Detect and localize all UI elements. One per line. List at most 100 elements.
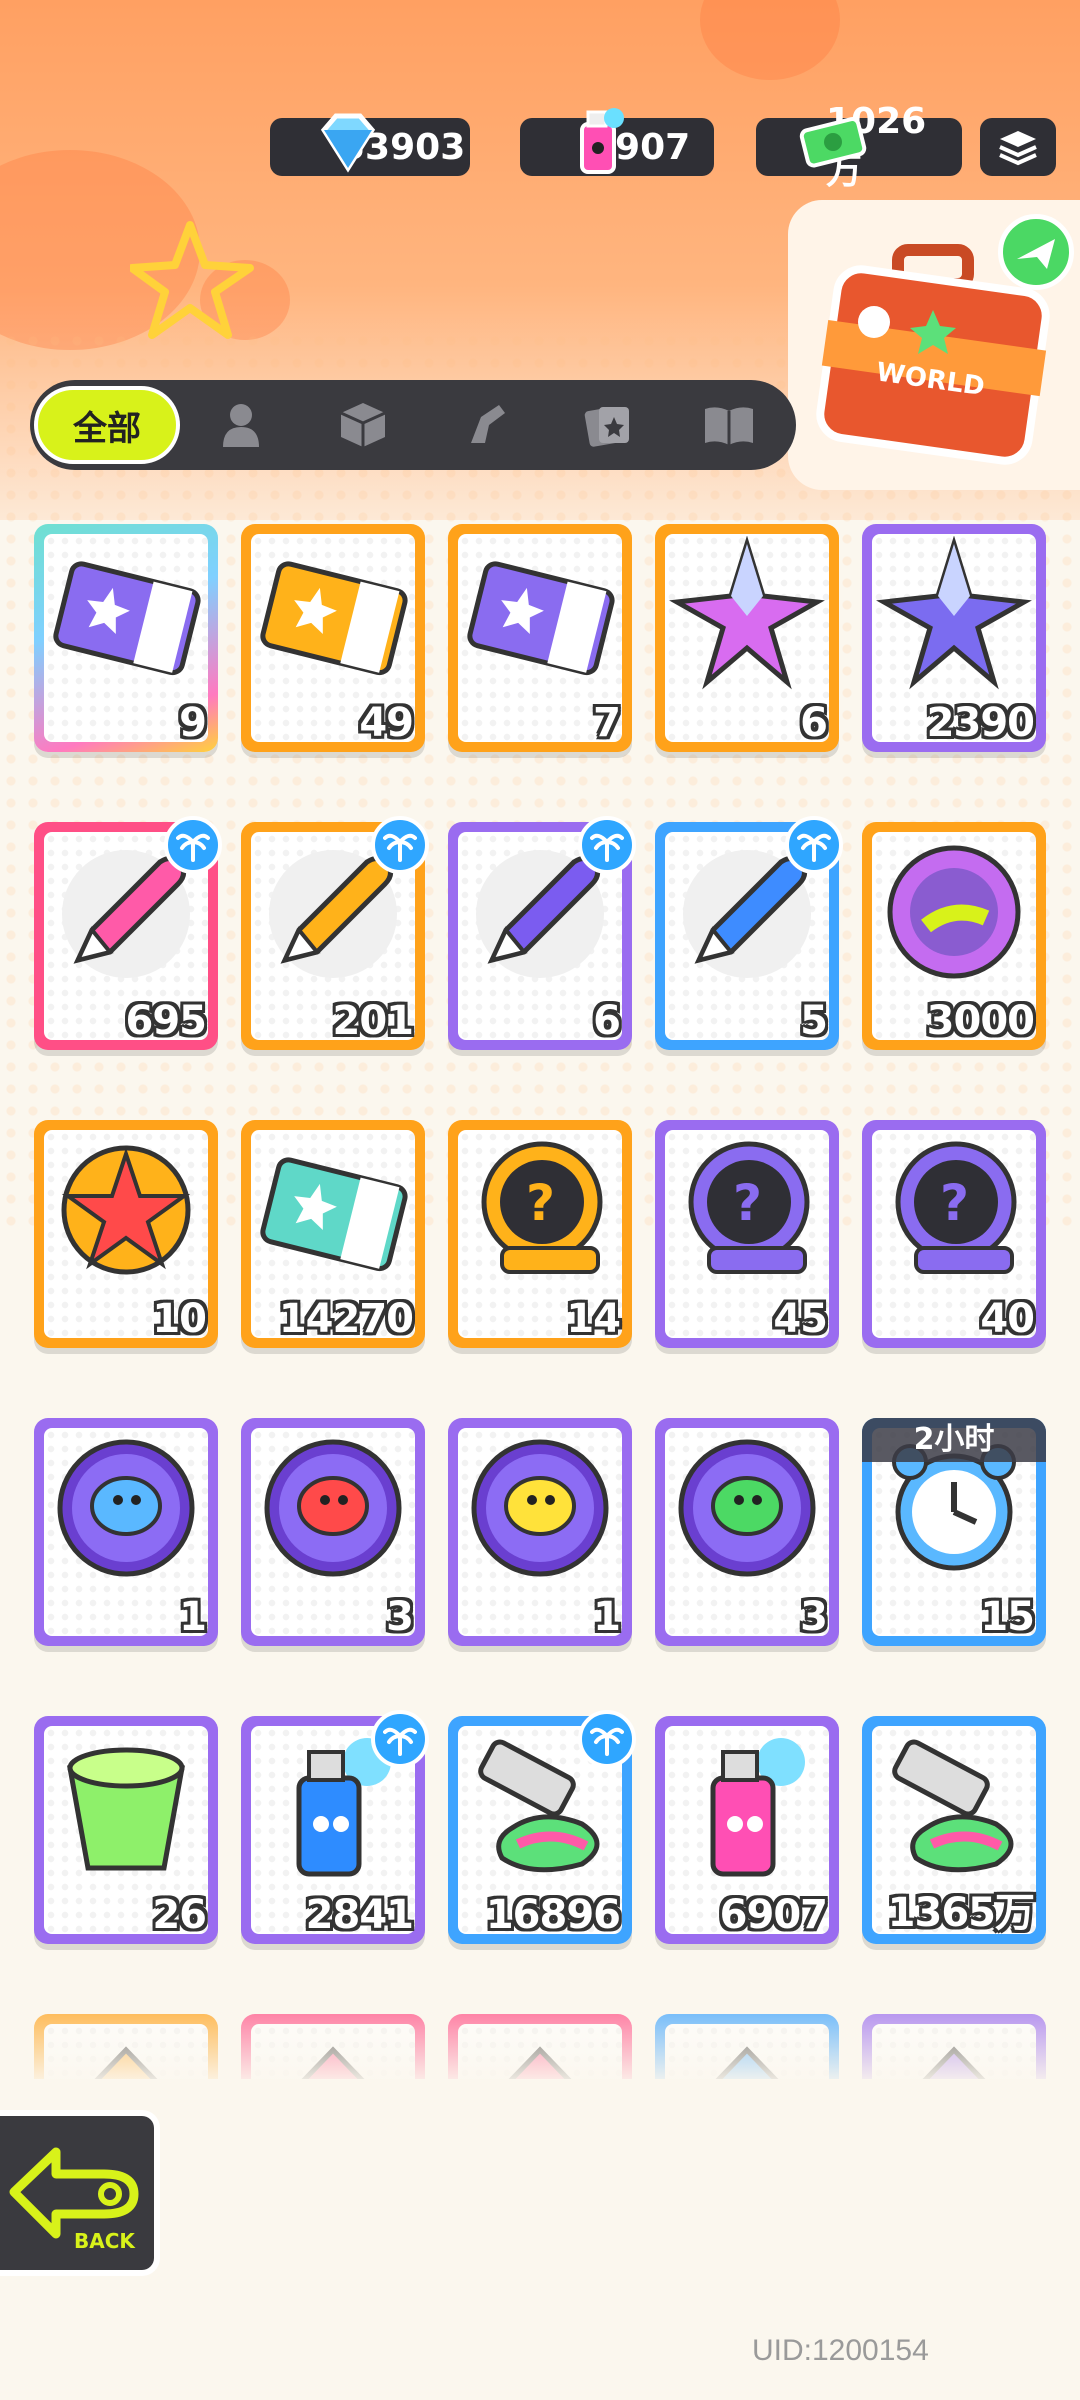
category-tabs: 全部 <box>30 380 796 470</box>
inventory-item[interactable]: 1 <box>448 1418 632 1646</box>
star-burst-badge-icon <box>48 1132 204 1288</box>
inventory-item[interactable]: 2小时 15 <box>862 1418 1046 1646</box>
box-icon <box>340 403 386 447</box>
item-count: 40 <box>980 1296 1035 1342</box>
item-count: 1 <box>179 1594 207 1640</box>
item-count: 6 <box>593 998 621 1044</box>
blue-star-shard-icon <box>876 535 1032 692</box>
svg-text:?: ? <box>733 1174 762 1232</box>
item-count: 201 <box>332 998 414 1044</box>
inventory-item[interactable]: 5 <box>655 816 843 1050</box>
palm-tree-badge-icon <box>785 816 843 874</box>
inventory-item[interactable]: 9 <box>34 524 218 752</box>
inventory-item[interactable]: 2390 <box>862 524 1046 752</box>
inventory-item[interactable]: 10 <box>34 1120 218 1348</box>
pink-spray-can-icon <box>669 1728 825 1884</box>
currency-spray[interactable]: 6907 <box>520 108 714 176</box>
inventory-item[interactable]: 6 <box>448 816 636 1050</box>
star-doodle-icon <box>130 221 254 339</box>
item-count: 1 <box>593 1594 621 1640</box>
item-count: 7 <box>593 700 621 746</box>
filter-button[interactable] <box>980 118 1056 176</box>
back-button[interactable]: BACK <box>0 2110 160 2276</box>
inventory-item[interactable]: 7 <box>448 524 632 752</box>
tab-characters[interactable] <box>180 385 302 465</box>
item-count: 26 <box>152 1892 207 1938</box>
palm-tree-badge-icon <box>371 816 429 874</box>
season-ticket-icon <box>255 1132 411 1288</box>
inventory-item[interactable]: ? 45 <box>655 1120 839 1348</box>
yellow-creature-orb-icon <box>462 1430 618 1586</box>
mystery-travel-card-icon: ? <box>876 1132 1032 1288</box>
palm-tree-badge-icon <box>164 816 222 874</box>
item-count: 6 <box>800 700 828 746</box>
item-count: 45 <box>773 1296 828 1342</box>
item-count: 14270 <box>278 1296 414 1342</box>
inventory-item[interactable]: 3 <box>241 1418 425 1646</box>
currency-cash[interactable]: 1026万 <box>756 101 962 192</box>
item-timer: 2小时 <box>862 1418 1046 1462</box>
inventory-item[interactable]: 49 <box>241 524 425 752</box>
currency-diamond[interactable]: 53903 <box>270 113 470 176</box>
purple-mystery-deity-icon: ? <box>669 1132 825 1288</box>
item-count: 5 <box>800 998 828 1044</box>
tab-cards[interactable] <box>546 385 668 465</box>
user-id: UID:1200154 <box>752 2334 929 2367</box>
green-sprout-orb-icon <box>669 1430 825 1586</box>
inventory-item[interactable]: 6 <box>655 524 839 752</box>
svg-text:?: ? <box>940 1174 969 1232</box>
cash-icon <box>796 104 872 180</box>
item-count: 3 <box>386 1594 414 1640</box>
travel-suitcase-button[interactable]: WORLD <box>788 200 1080 490</box>
green-jelly-cup-icon <box>48 1728 204 1884</box>
tab-all[interactable]: 全部 <box>34 386 180 464</box>
item-count: 2841 <box>305 1892 414 1938</box>
tab-boxes[interactable] <box>302 385 424 465</box>
inventory-item[interactable]: 1 <box>34 1418 218 1646</box>
gold-mystery-deity-icon: ? <box>462 1132 618 1288</box>
item-count: 14 <box>566 1296 621 1342</box>
item-count: 16896 <box>485 1892 621 1938</box>
inventory-item[interactable]: 3 <box>655 1418 839 1646</box>
inventory-item[interactable]: 201 <box>241 816 429 1050</box>
inventory-item[interactable]: 16896 <box>448 1710 636 1944</box>
inventory-item[interactable]: 3000 <box>862 822 1046 1050</box>
palm-tree-badge-icon <box>371 1710 429 1768</box>
svg-text:BACK: BACK <box>74 2229 136 2253</box>
red-fish-orb-icon <box>255 1430 411 1586</box>
palm-tree-badge-icon <box>578 816 636 874</box>
diamond-icon <box>310 104 386 180</box>
grid-fade <box>0 1980 1080 2100</box>
item-count: 1365万 <box>887 1890 1035 1936</box>
inventory-item[interactable]: 2841 <box>241 1710 429 1944</box>
item-count: 15 <box>980 1594 1035 1640</box>
inventory-item[interactable]: 695 <box>34 816 222 1050</box>
cards-icon <box>584 407 629 447</box>
item-count: 3 <box>800 1594 828 1640</box>
item-count: 6907 <box>719 1892 828 1938</box>
inventory-item[interactable]: 6907 <box>655 1716 839 1944</box>
palm-tree-badge-icon <box>578 1710 636 1768</box>
tab-weapons[interactable] <box>424 385 546 465</box>
stack-icon <box>999 131 1037 166</box>
inventory-item[interactable]: ? 14 <box>448 1120 632 1348</box>
item-count: 9 <box>179 700 207 746</box>
cool-sticker-icon <box>876 834 1032 990</box>
violet-ticket-icon <box>462 536 618 692</box>
gold-ticket-icon <box>255 536 411 692</box>
svg-text:?: ? <box>526 1174 555 1232</box>
plane-badge-icon <box>998 214 1074 290</box>
back-arrow-icon: BACK <box>9 2147 139 2253</box>
inventory-item[interactable]: 26 <box>34 1716 218 1944</box>
spray-can-icon <box>560 104 636 180</box>
person-icon <box>223 404 259 447</box>
item-count: 10 <box>152 1296 207 1342</box>
rainbow-star-shard-icon <box>669 535 825 692</box>
tab-books[interactable] <box>668 385 790 465</box>
inventory-item[interactable]: 14270 <box>241 1120 425 1348</box>
inventory-item[interactable]: ? 40 <box>862 1120 1046 1348</box>
item-count: 3000 <box>926 998 1035 1044</box>
book-icon <box>705 407 753 445</box>
purple-ticket-icon <box>48 536 204 692</box>
inventory-item[interactable]: 1365万 <box>862 1716 1046 1944</box>
